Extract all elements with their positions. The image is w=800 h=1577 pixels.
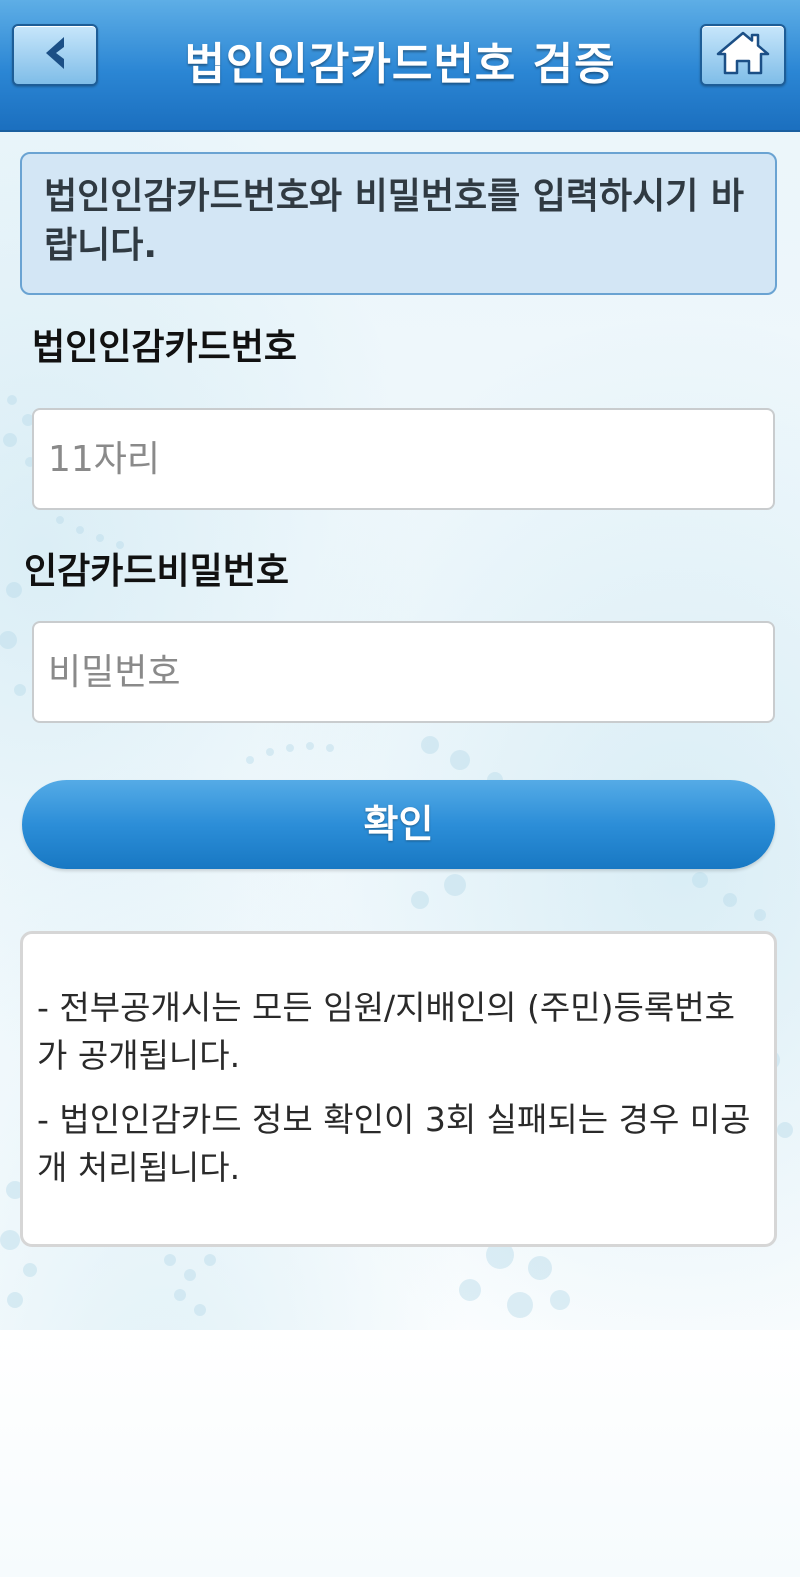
- card-number-input[interactable]: [32, 408, 775, 510]
- home-icon: [715, 30, 771, 80]
- app-header: 법인인감카드번호 검증: [0, 0, 800, 132]
- card-password-input[interactable]: [32, 621, 775, 723]
- back-button[interactable]: [12, 24, 98, 86]
- info-line-failure: - 법인인감카드 정보 확인이 3회 실패되는 경우 미공개 처리됩니다.: [37, 1100, 751, 1187]
- info-box: - 전부공개시는 모든 임원/지배인의 (주민)등록번호가 공개됩니다. - 법…: [20, 931, 777, 1247]
- page-title: 법인인감카드번호 검증: [184, 39, 616, 90]
- card-number-label: 법인인감카드번호: [32, 327, 297, 368]
- instruction-text: 법인인감카드번호와 비밀번호를 입력하시기 바랍니다.: [44, 176, 744, 266]
- confirm-button[interactable]: 확인: [22, 780, 775, 869]
- info-line-disclosure: - 전부공개시는 모든 임원/지배인의 (주민)등록번호가 공개됩니다.: [37, 988, 735, 1075]
- instruction-notice: 법인인감카드번호와 비밀번호를 입력하시기 바랍니다.: [20, 152, 777, 295]
- chevron-left-icon: [38, 33, 72, 77]
- card-password-label: 인감카드비밀번호: [24, 551, 289, 592]
- home-button[interactable]: [700, 24, 786, 86]
- lower-background-band: [0, 1330, 800, 1577]
